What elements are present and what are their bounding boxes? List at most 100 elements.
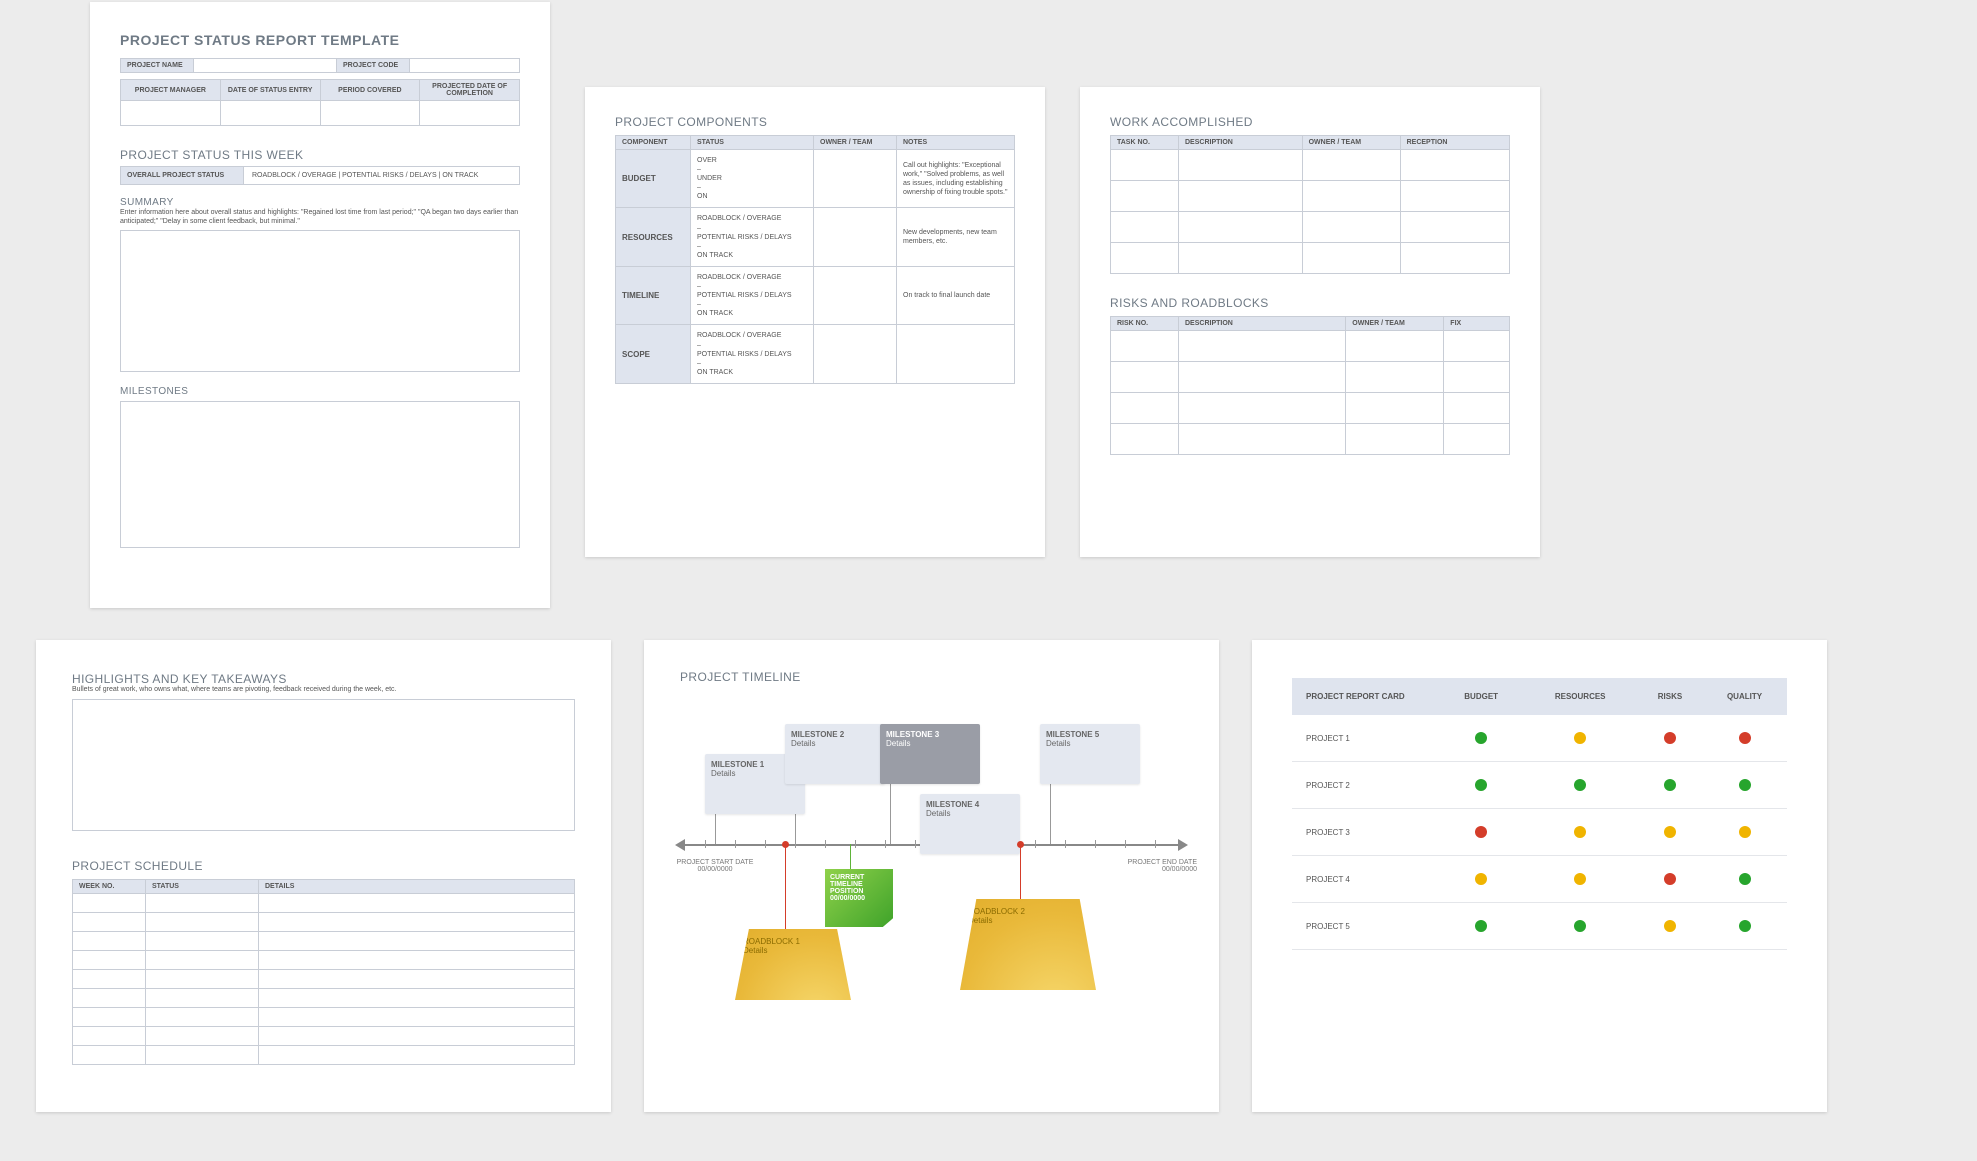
status-dot-icon [1475,779,1487,791]
rc-project-name: PROJECT 1 [1292,715,1440,762]
rc-status-cell [1702,762,1787,809]
rc-project-name: PROJECT 2 [1292,762,1440,809]
rc-col-quality: QUALITY [1702,678,1787,715]
rc-status-cell [1702,856,1787,903]
rr-col-owner: OWNER / TEAM [1346,317,1444,331]
milestone-3-card: MILESTONE 3Details [880,724,980,784]
budget-owner[interactable] [814,150,897,208]
section-highlights: HIGHLIGHTS AND KEY TAKEAWAYS [72,672,575,686]
status-dot-icon [1664,732,1676,744]
rc-status-cell [1440,856,1522,903]
status-dot-icon [1475,732,1487,744]
highlights-hint: Bullets of great work, who owns what, wh… [72,686,575,693]
status-dot-icon [1574,873,1586,885]
ps-cell[interactable] [73,894,146,913]
status-dot-icon [1475,920,1487,932]
label-date-entry: DATE OF STATUS ENTRY [220,80,320,101]
summary-textarea[interactable] [120,230,520,372]
label-period: PERIOD COVERED [320,80,420,101]
rc-col-resources: RESOURCES [1522,678,1638,715]
status-dot-icon [1739,873,1751,885]
milestone-2-card: MILESTONE 2Details [785,724,885,784]
section-timeline: PROJECT TIMELINE [680,670,1183,684]
status-dot-icon [1574,779,1586,791]
rc-status-cell [1638,762,1702,809]
rc-row-2: PROJECT 2 [1292,762,1787,809]
roadblock-2-card: ROADBLOCK 2Details [960,899,1096,990]
rr-cell[interactable] [1111,331,1179,362]
rc-status-cell [1638,809,1702,856]
wa-cell[interactable] [1111,150,1179,181]
resources-owner[interactable] [814,208,897,266]
label-completion: PROJECTED DATE OF COMPLETION [420,80,520,101]
panel-timeline: PROJECT TIMELINE MILESTONE 1 Details [644,640,1219,1112]
rc-status-cell [1440,715,1522,762]
rc-status-cell [1522,762,1638,809]
input-date-entry[interactable] [220,101,320,126]
col-notes: NOTES [897,136,1015,150]
summary-hint: Enter information here about overall sta… [120,208,520,226]
section-milestones: MILESTONES [120,386,520,397]
status-dot-icon [1664,779,1676,791]
status-dot-icon [1475,826,1487,838]
rc-status-cell [1638,903,1702,950]
status-dot-icon [1664,920,1676,932]
timeline-owner[interactable] [814,266,897,324]
status-dot-icon [1475,873,1487,885]
timeline-end-label: PROJECT END DATE00/00/0000 [1107,859,1197,873]
rc-status-cell [1522,715,1638,762]
label-pm: PROJECT MANAGER [121,80,221,101]
panel-status-report: PROJECT STATUS REPORT TEMPLATE PROJECT N… [90,2,550,608]
budget-status: OVER – UNDER – ON [691,150,814,208]
section-summary: SUMMARY [120,197,520,208]
section-risks-roadblocks: RISKS AND ROADBLOCKS [1110,296,1510,310]
input-project-code[interactable] [410,59,520,73]
resources-notes: New developments, new team members, etc. [897,208,1015,266]
wa-col-reception: RECEPTION [1400,136,1509,150]
panel-work-risks: WORK ACCOMPLISHED TASK NO. DESCRIPTION O… [1080,87,1540,557]
highlights-textarea[interactable] [72,699,575,831]
section-components: PROJECT COMPONENTS [615,115,1015,129]
input-project-name[interactable] [194,59,337,73]
rc-col-risks: RISKS [1638,678,1702,715]
panel-report-card: PROJECT REPORT CARD BUDGET RESOURCES RIS… [1252,640,1827,1112]
status-dot-icon [1664,826,1676,838]
wa-col-owner: OWNER / TEAM [1302,136,1400,150]
timeline-notes: On track to final launch date [897,266,1015,324]
col-owner: OWNER / TEAM [814,136,897,150]
row-scope: SCOPE [616,325,691,383]
arrow-right-icon [1178,839,1188,851]
page-title: PROJECT STATUS REPORT TEMPLATE [120,32,520,48]
milestones-textarea[interactable] [120,401,520,548]
wa-col-desc: DESCRIPTION [1179,136,1303,150]
status-dot-icon [1664,873,1676,885]
rc-row-5: PROJECT 5 [1292,903,1787,950]
status-dot-icon [1574,826,1586,838]
roadblock-2-dot-icon [1017,841,1024,848]
status-dot-icon [1574,920,1586,932]
row-resources: RESOURCES [616,208,691,266]
budget-notes: Call out highlights: "Exceptional work,"… [897,150,1015,208]
status-options: ROADBLOCK / OVERAGE | POTENTIAL RISKS / … [244,167,520,185]
col-component: COMPONENT [616,136,691,150]
input-period[interactable] [320,101,420,126]
rc-col-budget: BUDGET [1440,678,1522,715]
input-completion[interactable] [420,101,520,126]
rr-col-desc: DESCRIPTION [1179,317,1346,331]
scope-owner[interactable] [814,325,897,383]
rc-status-cell [1522,903,1638,950]
rr-col-fix: FIX [1444,317,1510,331]
rc-col-project: PROJECT REPORT CARD [1292,678,1440,715]
rc-status-cell [1522,809,1638,856]
milestone-1-title: MILESTONE 1 [711,760,764,769]
input-pm[interactable] [121,101,221,126]
current-position-card: CURRENT TIMELINE POSITION 00/00/0000 [825,869,893,927]
rc-project-name: PROJECT 3 [1292,809,1440,856]
ps-col-details: DETAILS [259,880,575,894]
scope-notes [897,325,1015,383]
status-dot-icon [1739,732,1751,744]
label-project-code: PROJECT CODE [337,59,410,73]
status-dot-icon [1739,920,1751,932]
milestone-1-details: Details [711,769,735,778]
roadblock-1-card: ROADBLOCK 1Details [735,929,851,1000]
